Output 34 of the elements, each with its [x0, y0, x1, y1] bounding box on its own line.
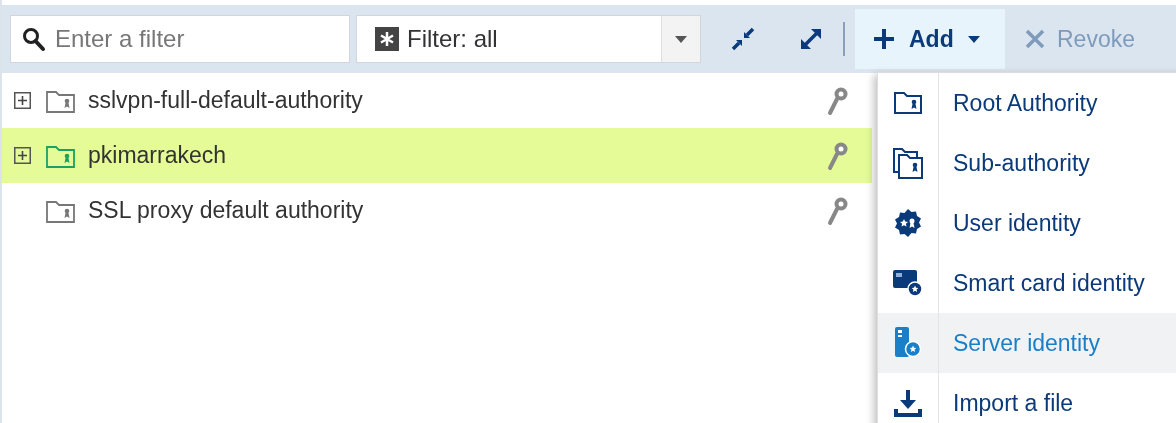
menu-item[interactable]: Server identity [878, 313, 1176, 373]
caret-icon [675, 35, 687, 43]
asterisk-icon [375, 27, 399, 51]
authority-name: SSL proxy default authority [88, 197, 365, 224]
collapse-icon[interactable] [731, 27, 755, 51]
tree-row[interactable]: sslvpn-full-default-authority [2, 73, 872, 128]
plus-icon [873, 28, 895, 50]
close-icon [1025, 29, 1045, 49]
menu-item[interactable]: User identity [878, 193, 1176, 253]
filter-field[interactable]: Enter a filter [10, 15, 350, 63]
menu-item[interactable]: Sub-authority [878, 133, 1176, 193]
type-filter-dropdown[interactable]: Filter: all [356, 15, 701, 63]
menu-item[interactable]: Root Authority [878, 73, 1176, 133]
tree-row[interactable]: pkimarrakech [2, 128, 872, 183]
expand-icon[interactable] [799, 27, 823, 51]
certificate-folder-icon [46, 88, 76, 113]
expand-toggle-icon[interactable] [14, 147, 31, 164]
add-button[interactable]: Add [855, 9, 1005, 69]
download-icon [894, 389, 922, 417]
authority-name: sslvpn-full-default-authority [88, 87, 364, 114]
authority-name: pkimarrakech [88, 142, 228, 169]
expand-toggle-icon[interactable] [14, 92, 31, 109]
stacked-folders-icon [892, 146, 924, 180]
key-icon [826, 140, 850, 171]
caret-icon [967, 35, 980, 43]
badge-star-icon [893, 208, 923, 238]
certificate-folder-icon [893, 90, 923, 116]
menu-item[interactable]: Import a file [878, 373, 1176, 423]
certificate-folder-icon [46, 143, 76, 168]
tree-row[interactable]: SSL proxy default authority [2, 183, 872, 238]
certificate-folder-icon [46, 198, 76, 223]
key-icon [826, 195, 850, 226]
menu-item[interactable]: Smart card identity [878, 253, 1176, 313]
key-icon [826, 85, 850, 116]
